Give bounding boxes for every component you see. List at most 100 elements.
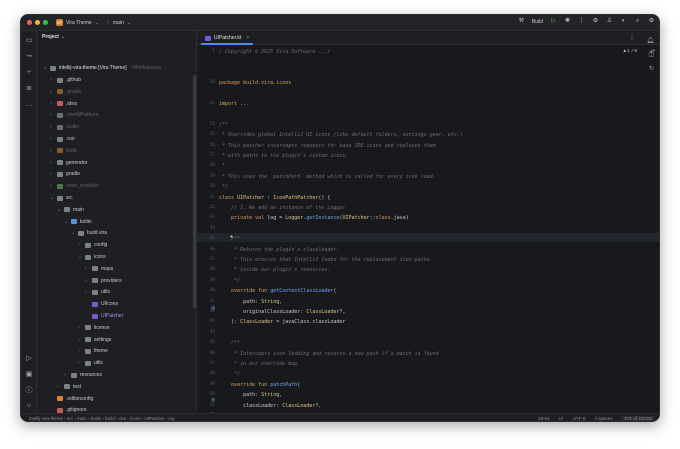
tree-item-label: utils	[101, 289, 110, 296]
title-bar: VT Vira Theme ⌄ ᚴ main ⌄ ⚒ Build ▷ ✺ ⋮ ⚙…	[21, 15, 659, 31]
tree-item[interactable]: ⌄ icons	[78, 252, 106, 262]
notifications-icon[interactable]: 🔔︎	[646, 37, 654, 44]
line-number: 37	[209, 257, 215, 262]
tree-item[interactable]: › node_modules	[50, 181, 99, 191]
minimize-window-button[interactable]	[35, 20, 40, 25]
tree-item[interactable]: › providers	[85, 276, 122, 286]
tree-item[interactable]: ⌄ kotlin	[64, 217, 92, 227]
copilot-icon[interactable]: ↻	[649, 65, 654, 72]
override-icon[interactable]: ◎	[211, 397, 217, 403]
indent-setting[interactable]: 4 spaces	[594, 416, 612, 421]
commit-icon[interactable]: ⊸	[25, 53, 33, 61]
zoom-window-button[interactable]	[43, 20, 48, 25]
close-window-button[interactable]	[27, 20, 32, 25]
search-icon[interactable]: ⌕	[634, 18, 641, 25]
chevron-icon: ›	[85, 265, 87, 272]
debug-icon[interactable]: ✺	[564, 18, 571, 25]
tree-item[interactable]: › .idea	[50, 99, 77, 109]
folder-icon	[50, 65, 56, 71]
folder-icon	[57, 77, 63, 83]
chevron-down-icon: ⌄	[60, 34, 66, 40]
tree-item[interactable]: › license	[78, 323, 110, 333]
folder-icon	[57, 171, 63, 177]
project-scrollbar[interactable]	[193, 75, 196, 308]
status-bar: intellij-vira-theme › src › main › kotli…	[21, 413, 659, 421]
run-tool-icon[interactable]: ▷	[25, 355, 33, 363]
tree-item-label: node_modules	[66, 183, 99, 190]
terminal-icon[interactable]: ▣	[25, 371, 33, 379]
tree-item[interactable]: › config	[78, 240, 107, 250]
tree-item[interactable]: › resources	[64, 370, 102, 380]
tree-item[interactable]: › .kotlin	[50, 122, 79, 132]
editor-tab-bar: UIPatcher.kt × ⋮	[197, 31, 659, 45]
tree-item[interactable]: › maps	[85, 264, 113, 274]
code-line: override fun patchPath(	[231, 381, 301, 388]
branch-switcher[interactable]: main	[113, 20, 124, 26]
bulb-icon[interactable]: ●	[230, 234, 236, 240]
folder-icon	[92, 289, 98, 295]
tree-item[interactable]: › test	[57, 382, 81, 392]
chevron-icon: ›	[50, 136, 52, 142]
line-number: 26	[209, 142, 215, 148]
folder-icon	[85, 242, 91, 248]
tab-uipatcher[interactable]: UIPatcher.kt ×	[201, 33, 254, 45]
tree-item[interactable]: › generator	[50, 158, 87, 168]
chevron-icon: ›	[50, 88, 52, 95]
tree-item[interactable]: › .run	[50, 134, 75, 144]
line-separator[interactable]: LF	[558, 416, 563, 421]
line-number: 27	[209, 153, 215, 158]
more-icon[interactable]: ⋮	[578, 18, 585, 25]
code-line: * with paths to the plugin's custom icon…	[219, 153, 349, 159]
breadcrumb[interactable]: intellij-vira-theme › src › main › kotli…	[29, 416, 175, 421]
run-icon[interactable]: ▷	[550, 18, 557, 25]
tree-item[interactable]: UIIcons	[85, 299, 118, 309]
structure-icon[interactable]: ≣	[25, 85, 33, 93]
tree-root[interactable]: ⌄ intellij-vira-theme [Vira Theme] ~/Wor…	[43, 63, 161, 73]
ai-assistant-icon[interactable]: ◐	[620, 18, 627, 25]
git-icon[interactable]: ⑂	[25, 403, 33, 411]
line-number: 29	[209, 173, 215, 179]
run-config-selector[interactable]: Build	[532, 19, 543, 25]
tree-item[interactable]: › theme	[78, 346, 108, 356]
folder-icon[interactable]: ▭	[25, 37, 33, 45]
problems-icon[interactable]: ⓘ	[25, 387, 33, 395]
file-encoding[interactable]: UTF-8	[573, 416, 586, 421]
line-number: 35	[209, 236, 215, 242]
tree-item[interactable]: UIPatcher	[85, 311, 123, 321]
ai-chat-icon[interactable]: ◫	[648, 51, 654, 58]
tab-options-icon[interactable]: ⋮	[629, 34, 635, 41]
tree-item[interactable]: ⌄ build.vira	[71, 228, 107, 238]
code-view[interactable]: / Copyright © 2025 Vira Software .../ pac…	[219, 45, 659, 419]
override-icon[interactable]: ◎	[211, 305, 217, 311]
tree-item[interactable]: ⌄ main	[57, 205, 84, 215]
caret-position[interactable]: 28:64	[538, 416, 549, 421]
line-number: 44	[209, 329, 215, 335]
folder-icon	[64, 384, 70, 390]
tree-item[interactable]: › utils	[78, 358, 103, 368]
line-number: 43	[209, 319, 215, 325]
pull-requests-icon[interactable]: ⑂	[25, 69, 33, 77]
account-icon[interactable]: ♙	[606, 18, 613, 25]
tree-item[interactable]: › utils	[85, 287, 110, 297]
settings-icon[interactable]: ⚙	[648, 18, 655, 25]
memory-indicator[interactable]: 571 of 2031M	[621, 416, 655, 421]
project-panel-header[interactable]: Project ⌄	[37, 31, 196, 43]
project-switcher[interactable]: Vira Theme	[66, 20, 92, 26]
code-line: /**	[219, 121, 229, 128]
tree-item[interactable]: ⌄ src	[50, 193, 73, 203]
tree-item[interactable]: › .gradle	[50, 87, 81, 97]
tree-item[interactable]: .editorconfig	[50, 394, 93, 404]
chevron-icon: ›	[50, 77, 52, 83]
tree-item[interactable]: › gradle	[50, 169, 80, 179]
tree-item[interactable]: › build	[50, 146, 77, 156]
code-line: ): ClassLoader = javaClass.classLoader	[219, 319, 346, 326]
code-line: * inside our plugin's resources.	[219, 267, 331, 274]
code-line: * This patcher intercepts requests for b…	[219, 142, 436, 149]
code-with-me-icon[interactable]: ⚙	[592, 18, 599, 25]
tree-item[interactable]: › .intellijPlatform	[50, 110, 99, 120]
tree-item[interactable]: › settings	[78, 335, 111, 345]
more-tools-icon[interactable]: …	[25, 101, 33, 109]
tree-item[interactable]: › .github	[50, 75, 81, 85]
close-icon[interactable]: ×	[246, 35, 249, 41]
tab-label: UIPatcher.kt	[214, 35, 242, 41]
